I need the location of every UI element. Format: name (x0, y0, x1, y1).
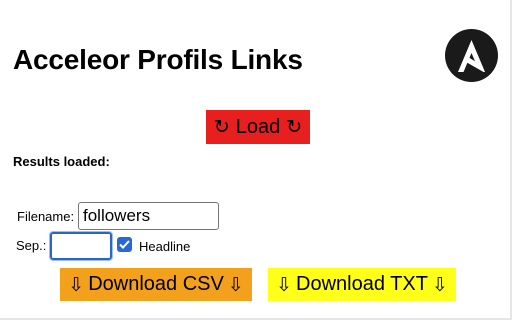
filename-input[interactable] (78, 202, 219, 230)
download-arrow-icon: ⇩ (68, 273, 85, 296)
separator-input[interactable] (49, 231, 113, 261)
reload-icon: ↻ (286, 116, 303, 138)
download-arrow-icon: ⇩ (431, 273, 448, 296)
checkmark-icon (119, 240, 130, 249)
download-csv-button[interactable]: ⇩ Download CSV ⇩ (60, 268, 252, 301)
download-arrow-icon: ⇩ (276, 273, 293, 296)
reload-icon: ↻ (213, 116, 230, 138)
headline-label: Headline (139, 239, 191, 254)
download-txt-button[interactable]: ⇩ Download TXT ⇩ (268, 268, 456, 301)
load-button[interactable]: ↻ Load ↻ (206, 110, 310, 144)
filename-label: Filename: (17, 209, 75, 224)
results-status: Results loaded: (13, 154, 110, 169)
download-csv-label: Download CSV (88, 273, 224, 295)
headline-checkbox[interactable] (117, 237, 132, 252)
ansible-logo-icon (445, 29, 498, 82)
download-arrow-icon: ⇩ (227, 273, 244, 296)
page-title: Acceleor Profils Links (13, 44, 303, 75)
separator-label: Sep.: (16, 238, 47, 253)
download-txt-label: Download TXT (296, 273, 428, 295)
load-button-label: Load (235, 115, 281, 138)
